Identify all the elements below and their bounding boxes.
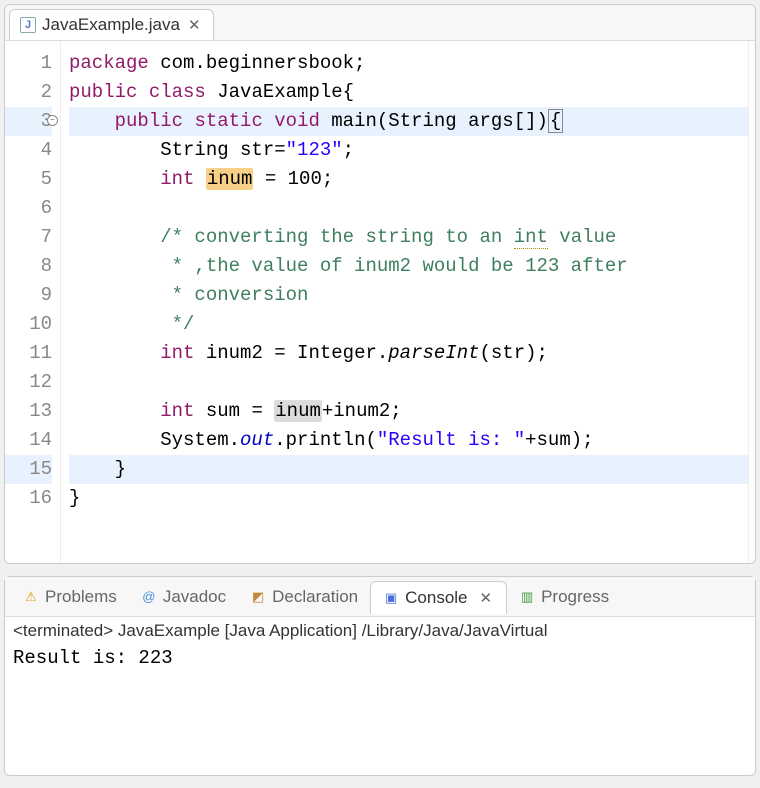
line-number-gutter[interactable]: 123−45678910111213141516 — [5, 41, 61, 563]
line-number[interactable]: 5 — [5, 165, 52, 194]
code-line[interactable] — [69, 368, 748, 397]
line-number[interactable]: 1 — [5, 49, 52, 78]
tab-label: Javadoc — [163, 587, 226, 607]
console-output[interactable]: Result is: 223 — [5, 645, 755, 671]
tab-problems[interactable]: ⚠ Problems — [11, 581, 129, 613]
close-icon[interactable]: ✕ — [186, 16, 203, 34]
tab-label: Problems — [45, 587, 117, 607]
tab-console[interactable]: ▣ Console ✕ — [370, 581, 507, 614]
warning-icon: ⚠ — [23, 589, 39, 605]
editor-tab-javaexample[interactable]: J JavaExample.java ✕ — [9, 9, 214, 40]
close-icon[interactable]: ✕ — [478, 589, 495, 607]
editor-tab-bar: J JavaExample.java ✕ — [5, 5, 755, 41]
line-number[interactable]: 12 — [5, 368, 52, 397]
code-line[interactable]: public class JavaExample{ — [69, 78, 748, 107]
tab-declaration[interactable]: ◩ Declaration — [238, 581, 370, 613]
code-line[interactable]: int inum = 100; — [69, 165, 748, 194]
console-icon: ▣ — [383, 590, 399, 606]
code-line[interactable]: int inum2 = Integer.parseInt(str); — [69, 339, 748, 368]
code-line[interactable]: * ,the value of inum2 would be 123 after — [69, 252, 748, 281]
line-number[interactable]: 6 — [5, 194, 52, 223]
tab-label: Console — [405, 588, 467, 608]
tab-label: Progress — [541, 587, 609, 607]
tab-label: Declaration — [272, 587, 358, 607]
code-line[interactable]: package com.beginnersbook; — [69, 49, 748, 78]
line-number[interactable]: 7 — [5, 223, 52, 252]
line-number[interactable]: 14 — [5, 426, 52, 455]
code-area: 123−45678910111213141516 package com.beg… — [5, 41, 755, 563]
overview-ruler[interactable] — [748, 41, 755, 563]
code-line[interactable]: */ — [69, 310, 748, 339]
fold-icon[interactable]: − — [47, 115, 58, 126]
at-icon: @ — [141, 589, 157, 605]
code-line[interactable]: } — [69, 455, 748, 484]
console-status: <terminated> JavaExample [Java Applicati… — [5, 617, 755, 645]
line-number[interactable]: 9 — [5, 281, 52, 310]
line-number[interactable]: 10 — [5, 310, 52, 339]
java-file-icon: J — [20, 17, 36, 33]
editor-pane: J JavaExample.java ✕ 123−456789101112131… — [4, 4, 756, 564]
tab-javadoc[interactable]: @ Javadoc — [129, 581, 238, 613]
code-line[interactable]: System.out.println("Result is: "+sum); — [69, 426, 748, 455]
declaration-icon: ◩ — [250, 589, 266, 605]
progress-icon: ▥ — [519, 589, 535, 605]
line-number[interactable]: 2 — [5, 78, 52, 107]
line-number[interactable]: 3− — [5, 107, 52, 136]
code-line[interactable]: * conversion — [69, 281, 748, 310]
line-number[interactable]: 11 — [5, 339, 52, 368]
bottom-tab-bar: ⚠ Problems @ Javadoc ◩ Declaration ▣ Con… — [5, 577, 755, 617]
code-line[interactable] — [69, 194, 748, 223]
line-number[interactable]: 16 — [5, 484, 52, 513]
line-number[interactable]: 13 — [5, 397, 52, 426]
tab-filename: JavaExample.java — [42, 15, 180, 35]
line-number[interactable]: 8 — [5, 252, 52, 281]
code-line[interactable]: } — [69, 484, 748, 513]
code-line[interactable]: /* converting the string to an int value — [69, 223, 748, 252]
line-number[interactable]: 15 — [5, 455, 52, 484]
tab-progress[interactable]: ▥ Progress — [507, 581, 621, 613]
code-text[interactable]: package com.beginnersbook;public class J… — [61, 41, 748, 563]
code-line[interactable]: String str="123"; — [69, 136, 748, 165]
code-line[interactable]: public static void main(String args[]){ — [69, 107, 748, 136]
code-line[interactable]: int sum = inum+inum2; — [69, 397, 748, 426]
line-number[interactable]: 4 — [5, 136, 52, 165]
bottom-pane: ⚠ Problems @ Javadoc ◩ Declaration ▣ Con… — [4, 576, 756, 776]
